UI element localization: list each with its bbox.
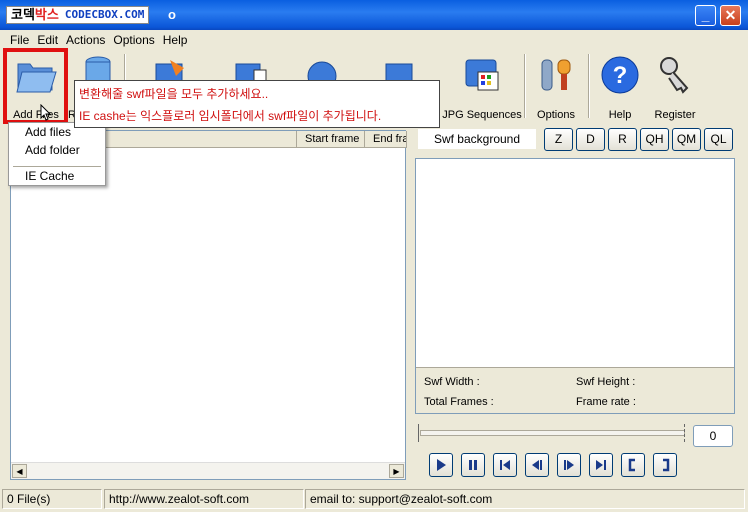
frame-slider-thumb[interactable] <box>418 424 422 442</box>
skip-start-icon <box>500 460 510 470</box>
step-back-icon <box>532 460 542 470</box>
menu-separator <box>13 166 101 167</box>
skip-end-icon <box>596 460 606 470</box>
mark-out-button[interactable] <box>653 453 677 477</box>
menu-actions[interactable]: Actions <box>62 33 109 47</box>
menu-item-add-folder[interactable]: Add folder <box>25 143 80 157</box>
menu-bar: File Edit Actions Options Help <box>0 30 748 50</box>
column-header-start-frame[interactable]: Start frame <box>297 131 365 148</box>
previous-frame-button[interactable] <box>525 453 549 477</box>
help-tooltip: 변환해줄 swf파일을 모두 추가하세요.. IE cashe는 익스플로러 임… <box>74 80 440 128</box>
swf-preview-area: Swf Width : Swf Height : Total Frames : … <box>415 158 735 414</box>
support-email-link[interactable]: email to: support@zealot-soft.com <box>305 489 745 509</box>
swf-background-button[interactable]: Swf background <box>418 129 536 149</box>
bracket-right-icon <box>663 458 670 472</box>
website-link[interactable]: http://www.zealot-soft.com <box>104 489 304 509</box>
swf-height-label: Swf Height : <box>576 376 636 388</box>
quality-r-button[interactable]: R <box>608 128 637 151</box>
last-frame-button[interactable] <box>589 453 613 477</box>
menu-item-ie-cache[interactable]: IE Cache <box>25 169 74 183</box>
next-frame-button[interactable] <box>557 453 581 477</box>
mark-in-button[interactable] <box>621 453 645 477</box>
image-grid-icon <box>465 59 499 91</box>
menu-edit[interactable]: Edit <box>33 33 62 47</box>
step-forward-icon <box>564 460 574 470</box>
jpg-sequences-button[interactable]: JPG Sequences <box>442 52 522 122</box>
tooltip-line-1: 변환해줄 swf파일을 모두 추가하세요.. <box>79 87 269 101</box>
add-files-dropdown: Add files Add folder IE Cache <box>8 122 106 186</box>
menu-item-add-files[interactable]: Add files <box>25 125 71 139</box>
horizontal-scrollbar[interactable]: ◀ ▶ <box>11 462 405 479</box>
codecbox-logo: 코덱박스 CODECBOX.COM <box>6 6 150 24</box>
frame-slider[interactable] <box>420 430 685 436</box>
svg-text:?: ? <box>613 62 628 89</box>
swf-info-panel: Swf Width : Swf Height : Total Frames : … <box>416 367 734 413</box>
tools-icon <box>541 59 571 91</box>
file-count-status: 0 File(s) <box>2 489 102 509</box>
current-frame-field[interactable]: 0 <box>693 425 733 447</box>
minimize-button[interactable]: _ <box>695 5 716 26</box>
window-title: o <box>168 7 176 22</box>
quality-ql-button[interactable]: QL <box>704 128 733 151</box>
pause-icon <box>469 460 477 470</box>
column-header-end-frame[interactable]: End fra <box>365 131 407 148</box>
play-button[interactable] <box>429 453 453 477</box>
bracket-left-icon <box>628 458 635 472</box>
scroll-right-icon[interactable]: ▶ <box>389 464 404 478</box>
title-bar: 코덱박스 CODECBOX.COM o _ ✕ <box>0 0 748 30</box>
register-button[interactable]: Register <box>643 52 707 122</box>
key-icon <box>660 57 689 94</box>
options-button[interactable]: Options <box>524 52 588 122</box>
quality-qh-button[interactable]: QH <box>640 128 669 151</box>
swf-width-label: Swf Width : <box>424 376 480 388</box>
quality-qm-button[interactable]: QM <box>672 128 701 151</box>
quality-d-button[interactable]: D <box>576 128 605 151</box>
close-button[interactable]: ✕ <box>720 5 741 26</box>
frame-rate-label: Frame rate : <box>576 396 636 408</box>
status-bar: 0 File(s) http://www.zealot-soft.com ema… <box>0 487 748 512</box>
highlight-box <box>3 48 68 124</box>
quality-z-button[interactable]: Z <box>544 128 573 151</box>
total-frames-label: Total Frames : <box>424 396 494 408</box>
menu-file[interactable]: File <box>6 33 33 47</box>
tooltip-line-2: IE cashe는 익스플로러 임시폴더에서 swf파일이 추가됩니다. <box>79 109 382 123</box>
scroll-left-icon[interactable]: ◀ <box>12 464 27 478</box>
help-icon: ? <box>601 56 639 94</box>
play-icon <box>437 459 446 471</box>
frame-slider-end[interactable] <box>684 424 686 442</box>
menu-options[interactable]: Options <box>109 33 158 47</box>
cursor-icon <box>40 104 52 121</box>
pause-button[interactable] <box>461 453 485 477</box>
first-frame-button[interactable] <box>493 453 517 477</box>
menu-help[interactable]: Help <box>159 33 192 47</box>
